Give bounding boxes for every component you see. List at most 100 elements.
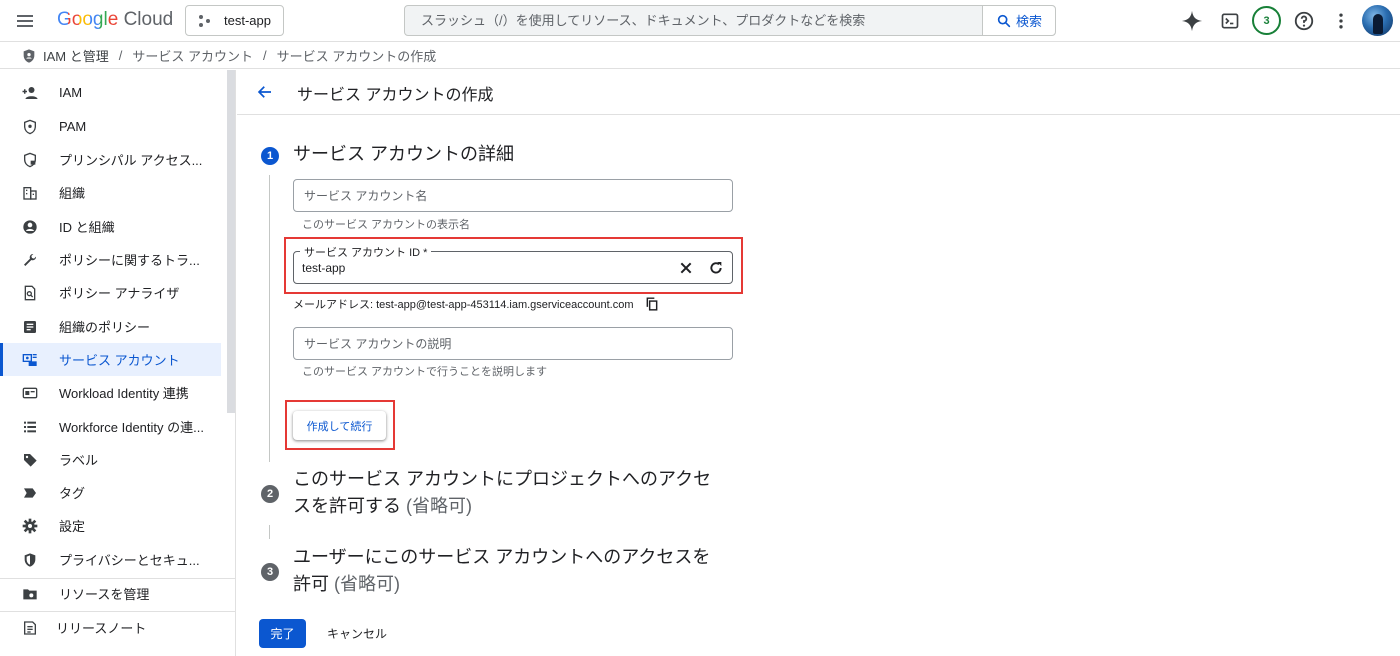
clear-icon[interactable] bbox=[677, 259, 695, 277]
sidebar-item-manage-resources[interactable]: リソースを管理 bbox=[0, 577, 221, 610]
sidebar-item-settings[interactable]: 設定 bbox=[0, 509, 221, 542]
top-app-bar: Google Cloud test-app 検索 3 bbox=[0, 0, 1400, 42]
step-3-title[interactable]: ユーザーにこのサービス アカウントへのアクセスを 許可 (省略可) bbox=[293, 544, 733, 598]
sidebar-item-label: IAM bbox=[59, 85, 83, 100]
sidebar-item-policy-troubleshooter[interactable]: ポリシーに関するトラ... bbox=[0, 243, 221, 276]
tag-icon bbox=[21, 451, 39, 469]
logo-google-text: Google bbox=[57, 9, 119, 30]
gear-icon bbox=[21, 517, 39, 535]
notifications-badge[interactable]: 3 bbox=[1252, 6, 1281, 35]
sidebar-item-release-notes[interactable]: リリースノート bbox=[0, 611, 221, 644]
project-selector-button[interactable]: test-app bbox=[185, 5, 284, 36]
sidebar-item-principal-access[interactable]: プリンシパル アクセス... bbox=[0, 143, 221, 176]
sidebar-item-organization[interactable]: 組織 bbox=[0, 176, 221, 209]
cancel-button[interactable]: キャンセル bbox=[320, 619, 394, 648]
sidebar-item-label: ID と組織 bbox=[59, 220, 115, 235]
sidebar-item-label: Workforce Identity の連... bbox=[59, 420, 204, 435]
service-account-name-field bbox=[293, 179, 733, 212]
service-account-id-input[interactable] bbox=[294, 252, 664, 283]
search-button[interactable]: 検索 bbox=[982, 6, 1055, 35]
sidebar-item-labels[interactable]: ラベル bbox=[0, 443, 221, 476]
back-arrow-icon[interactable] bbox=[254, 81, 276, 103]
sidebar-item-identity-org[interactable]: ID と組織 bbox=[0, 210, 221, 243]
sidebar-item-label: ポリシー アナライザ bbox=[59, 286, 180, 301]
step-connector-line bbox=[269, 175, 270, 462]
avatar[interactable] bbox=[1362, 5, 1393, 36]
sidebar-item-privacy-security[interactable]: プライバシーとセキュ... bbox=[0, 543, 221, 576]
privacy-shield-icon bbox=[21, 551, 39, 569]
google-cloud-logo[interactable]: Google Cloud bbox=[57, 8, 173, 32]
building-icon bbox=[21, 184, 39, 202]
breadcrumb-item-iam[interactable]: IAM と管理 bbox=[43, 46, 109, 65]
breadcrumb-item-service-accounts[interactable]: サービス アカウント bbox=[132, 46, 253, 65]
account-circle-icon bbox=[21, 218, 39, 236]
done-button[interactable]: 完了 bbox=[259, 619, 306, 648]
breadcrumb: IAM と管理 / サービス アカウント / サービス アカウントの作成 bbox=[0, 43, 1400, 69]
search-input[interactable] bbox=[405, 6, 982, 35]
description-hint: このサービス アカウントで行うことを説明します bbox=[302, 366, 548, 378]
sidebar-item-pam[interactable]: PAM bbox=[0, 110, 221, 143]
copy-icon[interactable] bbox=[645, 297, 659, 311]
email-text: メールアドレス: test-app@test-app-453114.iam.gs… bbox=[293, 299, 634, 311]
page-title: サービス アカウントの作成 bbox=[297, 87, 494, 104]
service-account-email: メールアドレス: test-app@test-app-453114.iam.gs… bbox=[293, 296, 659, 312]
sidebar-item-label: 組織のポリシー bbox=[59, 320, 151, 335]
sidebar-item-workload-identity[interactable]: Workload Identity 連携 bbox=[0, 376, 221, 409]
gemini-sparkle-icon[interactable] bbox=[1180, 9, 1204, 33]
breadcrumb-separator: / bbox=[118, 48, 123, 63]
sidebar-item-label: ラベル bbox=[59, 453, 99, 468]
add-person-icon bbox=[21, 84, 39, 102]
sidebar-item-iam[interactable]: IAM bbox=[0, 76, 221, 109]
search-bar: 検索 bbox=[404, 5, 1056, 36]
sidebar-nav: IAM PAM プリンシパル アクセス... 組織 ID と組織 ポリシーに関す… bbox=[0, 70, 236, 656]
iam-shield-icon bbox=[21, 48, 37, 64]
sidebar-item-label: 組織 bbox=[59, 186, 86, 201]
step-connector-line bbox=[269, 525, 270, 539]
project-name: test-app bbox=[224, 13, 271, 28]
sidebar-item-label: リリースノート bbox=[56, 621, 147, 636]
sidebar-item-workforce-identity[interactable]: Workforce Identity の連... bbox=[0, 410, 221, 443]
refresh-icon[interactable] bbox=[707, 259, 725, 277]
sidebar-item-service-accounts[interactable]: サービス アカウント bbox=[0, 343, 221, 376]
cloud-shell-terminal-icon[interactable] bbox=[1218, 9, 1242, 33]
step-1-indicator: 1 bbox=[261, 147, 279, 165]
page-header: サービス アカウントの作成 bbox=[237, 70, 1400, 115]
breadcrumb-item-create: サービス アカウントの作成 bbox=[276, 49, 437, 64]
hamburger-menu-icon[interactable] bbox=[14, 10, 36, 32]
sidebar-item-label: Workload Identity 連携 bbox=[59, 386, 189, 401]
sidebar-item-tags[interactable]: タグ bbox=[0, 476, 221, 509]
label-arrow-icon bbox=[21, 484, 39, 502]
wrench-icon bbox=[21, 251, 39, 269]
service-account-name-input[interactable] bbox=[294, 180, 732, 211]
breadcrumb-separator: / bbox=[262, 48, 267, 63]
list-icon bbox=[21, 418, 39, 436]
logo-cloud-text: Cloud bbox=[123, 9, 174, 30]
sidebar-item-org-policies[interactable]: 組織のポリシー bbox=[0, 310, 221, 343]
help-icon[interactable] bbox=[1292, 9, 1316, 33]
sidebar-item-label: プライバシーとセキュ... bbox=[59, 553, 200, 568]
sidebar-item-label: サービス アカウント bbox=[59, 353, 180, 368]
search-button-label: 検索 bbox=[1015, 14, 1042, 29]
more-vert-icon[interactable] bbox=[1329, 9, 1353, 33]
sidebar-item-label: プリンシパル アクセス... bbox=[59, 153, 203, 168]
shield-lock-icon bbox=[21, 151, 39, 169]
step-2-title-line2: スを許可する bbox=[293, 496, 401, 516]
step-3-title-line1: ユーザーにこのサービス アカウントへのアクセスを bbox=[293, 547, 711, 567]
service-account-description-input[interactable] bbox=[294, 328, 732, 359]
project-hierarchy-icon bbox=[198, 13, 214, 29]
sidebar-item-label: リソースを管理 bbox=[59, 587, 150, 602]
sidebar-scrollbar[interactable] bbox=[227, 70, 235, 413]
sidebar-item-label: PAM bbox=[59, 119, 87, 134]
sidebar-item-policy-analyzer[interactable]: ポリシー アナライザ bbox=[0, 276, 221, 309]
folder-gear-icon bbox=[21, 585, 39, 603]
article-icon bbox=[21, 318, 39, 336]
name-hint: このサービス アカウントの表示名 bbox=[302, 219, 471, 231]
create-and-continue-button[interactable]: 作成して続行 bbox=[293, 411, 386, 440]
search-icon bbox=[997, 14, 1011, 27]
step-3-optional: (省略可) bbox=[334, 574, 401, 594]
step-2-title[interactable]: このサービス アカウントにプロジェクトへのアクセ スを許可する (省略可) bbox=[293, 466, 733, 520]
release-notes-icon bbox=[21, 619, 39, 637]
service-account-description-field bbox=[293, 327, 733, 360]
id-card-icon bbox=[21, 384, 39, 402]
document-search-icon bbox=[21, 284, 39, 302]
